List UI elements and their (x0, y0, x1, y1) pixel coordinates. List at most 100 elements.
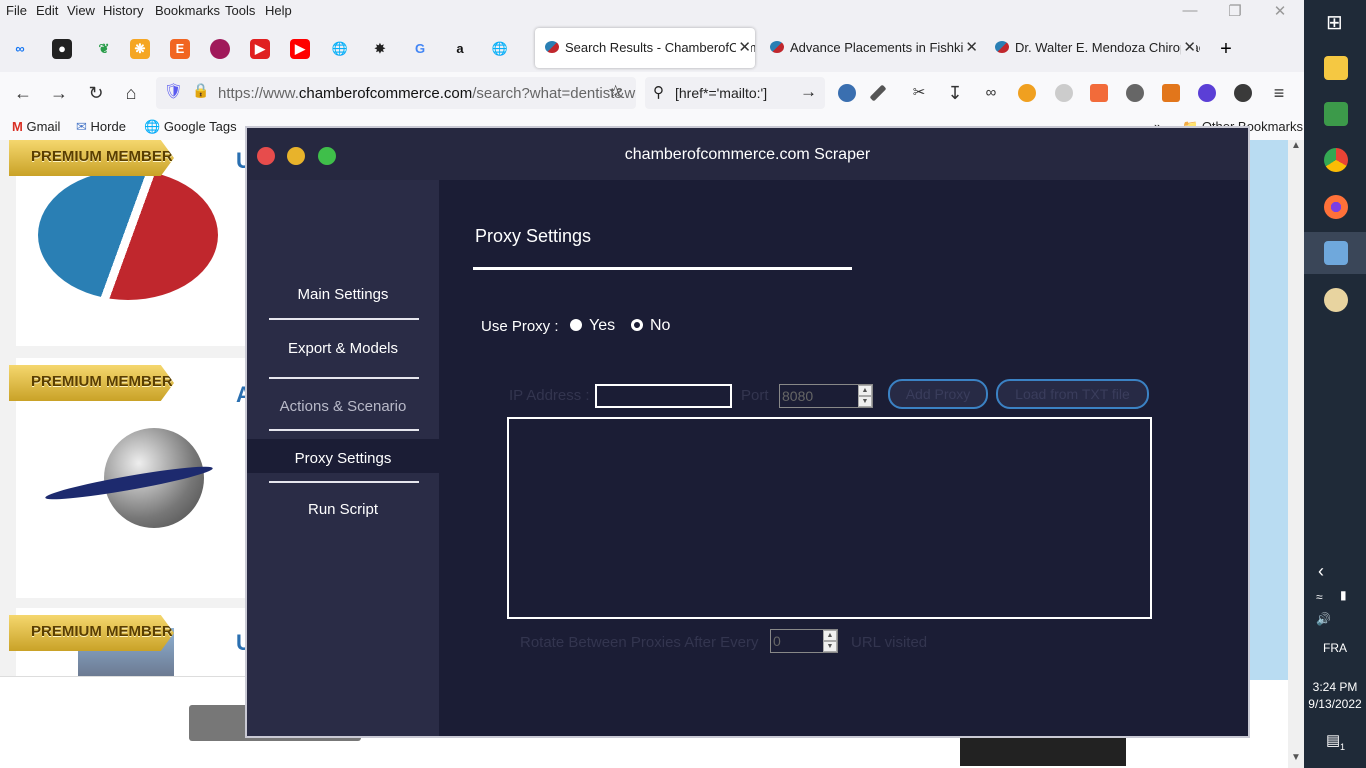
notepad-icon[interactable] (1324, 102, 1348, 126)
spin-down-icon[interactable]: ▼ (858, 396, 872, 407)
youtube-icon[interactable]: ▶ (290, 39, 310, 59)
scraper-app-icon[interactable] (1324, 241, 1348, 265)
extension-icon[interactable] (838, 84, 856, 102)
rotate-input[interactable]: 0 ▲ ▼ (770, 629, 838, 653)
restore-icon[interactable]: ❐ (1225, 2, 1245, 20)
extension-icon[interactable] (1198, 84, 1216, 102)
menu-help[interactable]: Help (265, 3, 292, 18)
nav-run-script[interactable]: Run Script (247, 501, 439, 518)
firefox-icon[interactable] (1324, 195, 1348, 219)
language-indicator[interactable]: FRA (1304, 641, 1366, 655)
notification-icon[interactable]: ▤ (1326, 731, 1340, 749)
extension-icon[interactable] (1055, 84, 1073, 102)
radio-no[interactable] (631, 319, 643, 331)
home-icon[interactable]: ⌂ (120, 82, 142, 104)
shield-icon[interactable]: 🛡 (164, 82, 183, 100)
meta-icon[interactable]: ∞ (10, 39, 30, 59)
lock-icon[interactable]: 🔒 (192, 82, 209, 99)
paint-icon[interactable] (1324, 288, 1348, 312)
chevron-left-icon[interactable]: ‹ (1318, 561, 1324, 582)
search-bar[interactable]: ⚲ [href*='mailto:'] → (645, 77, 825, 109)
google-icon[interactable]: G (410, 39, 430, 59)
clock-date[interactable]: 9/13/2022 (1304, 697, 1366, 711)
download-icon[interactable]: ↧ (944, 82, 966, 104)
star-icon[interactable]: ☆ (608, 82, 623, 102)
extension-icon[interactable]: ∞ (980, 82, 1002, 104)
nav-main-settings[interactable]: Main Settings (247, 286, 439, 303)
bookmark-horde[interactable]: ✉ Horde (76, 119, 126, 135)
scroll-down-icon[interactable]: ▼ (1291, 752, 1301, 763)
volume-icon[interactable]: 🔊 (1316, 612, 1331, 626)
load-txt-button[interactable]: Load from TXT file (996, 379, 1149, 409)
app-titlebar[interactable]: chamberofcommerce.com Scraper (247, 128, 1248, 180)
chrome-icon[interactable] (1324, 148, 1348, 172)
close-tab-icon[interactable]: ✕ (1181, 38, 1196, 56)
radio-yes-label[interactable]: Yes (589, 317, 615, 335)
windows-start-icon[interactable]: ⊞ (1326, 10, 1343, 35)
menu-tools[interactable]: Tools (225, 3, 255, 18)
amazon-icon[interactable]: a (450, 39, 470, 59)
radio-yes[interactable] (570, 319, 582, 331)
port-input[interactable]: 8080 ▲ ▼ (779, 384, 873, 408)
menu-icon[interactable]: ≡ (1268, 82, 1290, 104)
tab-search-results[interactable]: Search Results - ChamberofCom ✕ (535, 28, 755, 68)
menu-history[interactable]: History (103, 3, 143, 18)
leaf-icon[interactable]: ❦ (94, 39, 114, 59)
pinned-tab-icon[interactable]: ● (52, 39, 72, 59)
file-explorer-icon[interactable] (1324, 56, 1348, 80)
add-proxy-button[interactable]: Add Proxy (888, 379, 988, 409)
url-bar[interactable]: 🛡 🔒 https://www.chamberofcommerce.com/se… (156, 77, 636, 109)
spin-up-icon[interactable]: ▲ (858, 385, 872, 396)
globe-icon[interactable]: 🌐 (330, 39, 350, 59)
nav-proxy-settings[interactable]: Proxy Settings (247, 450, 439, 467)
menu-edit[interactable]: Edit (36, 3, 58, 18)
reload-icon[interactable]: ↻ (85, 82, 107, 104)
tab-dr-mendoza[interactable]: Dr. Walter E. Mendoza Chiroprac ✕ (985, 28, 1200, 68)
etsy-icon[interactable]: E (170, 39, 190, 59)
screenshot-icon[interactable]: ✂ (908, 82, 930, 104)
ad-thumbnail[interactable] (960, 736, 1126, 766)
nav-export-models[interactable]: Export & Models (247, 340, 439, 357)
profile-icon[interactable] (1234, 84, 1252, 102)
map-panel[interactable] (1248, 140, 1288, 680)
minimize-icon[interactable]: — (1180, 2, 1200, 20)
globe-icon[interactable]: 🌐 (490, 39, 510, 59)
forward-icon[interactable]: → (48, 82, 70, 104)
close-window-icon[interactable]: ✕ (1270, 2, 1290, 20)
tab-title: Advance Placements in Fishkill, (790, 40, 973, 55)
radio-no-label[interactable]: No (650, 317, 670, 335)
premium-badge: PREMIUM MEMBER (9, 365, 174, 401)
go-icon[interactable]: → (800, 82, 817, 102)
close-tab-icon[interactable]: ✕ (963, 38, 978, 56)
spin-down-icon[interactable]: ▼ (823, 641, 837, 652)
nav-bar: ← → ↻ ⌂ 🛡 🔒 https://www.chamberofcommerc… (0, 72, 1304, 114)
page-scrollbar[interactable]: ▲ ▼ (1288, 140, 1304, 768)
tab-advance-placements[interactable]: Advance Placements in Fishkill, ✕ (760, 28, 982, 68)
back-icon[interactable]: ← (12, 82, 34, 104)
extension-icon[interactable] (1090, 84, 1108, 102)
battery-icon[interactable]: ▮ (1340, 588, 1347, 602)
url-prefix: https://www. (218, 85, 299, 102)
metamask-icon[interactable] (1162, 84, 1180, 102)
extension-icon[interactable] (1018, 84, 1036, 102)
nav-actions-scenario[interactable]: Actions & Scenario (247, 398, 439, 415)
asterisk-icon[interactable]: ❋ (130, 39, 150, 59)
proxy-list[interactable] (507, 417, 1152, 619)
gear-icon[interactable] (1126, 84, 1144, 102)
spider-icon[interactable]: ✸ (370, 39, 390, 59)
wifi-icon[interactable]: ≈ (1316, 590, 1323, 604)
scroll-up-icon[interactable]: ▲ (1291, 140, 1301, 151)
clock-time[interactable]: 3:24 PM (1304, 680, 1366, 694)
video-icon[interactable]: ▶ (250, 39, 270, 59)
menu-file[interactable]: File (6, 3, 27, 18)
menu-bookmarks[interactable]: Bookmarks (155, 3, 220, 18)
new-tab-icon[interactable]: + (1216, 39, 1236, 59)
circle-app-icon[interactable] (210, 39, 230, 59)
eyedropper-icon[interactable] (869, 84, 887, 102)
bookmark-google-tags[interactable]: 🌐 Google Tags (144, 119, 237, 135)
spin-up-icon[interactable]: ▲ (823, 630, 837, 641)
bookmark-gmail[interactable]: M Gmail (12, 119, 60, 134)
ip-address-input[interactable] (595, 384, 732, 408)
close-tab-icon[interactable]: ✕ (736, 38, 751, 56)
menu-view[interactable]: View (67, 3, 95, 18)
